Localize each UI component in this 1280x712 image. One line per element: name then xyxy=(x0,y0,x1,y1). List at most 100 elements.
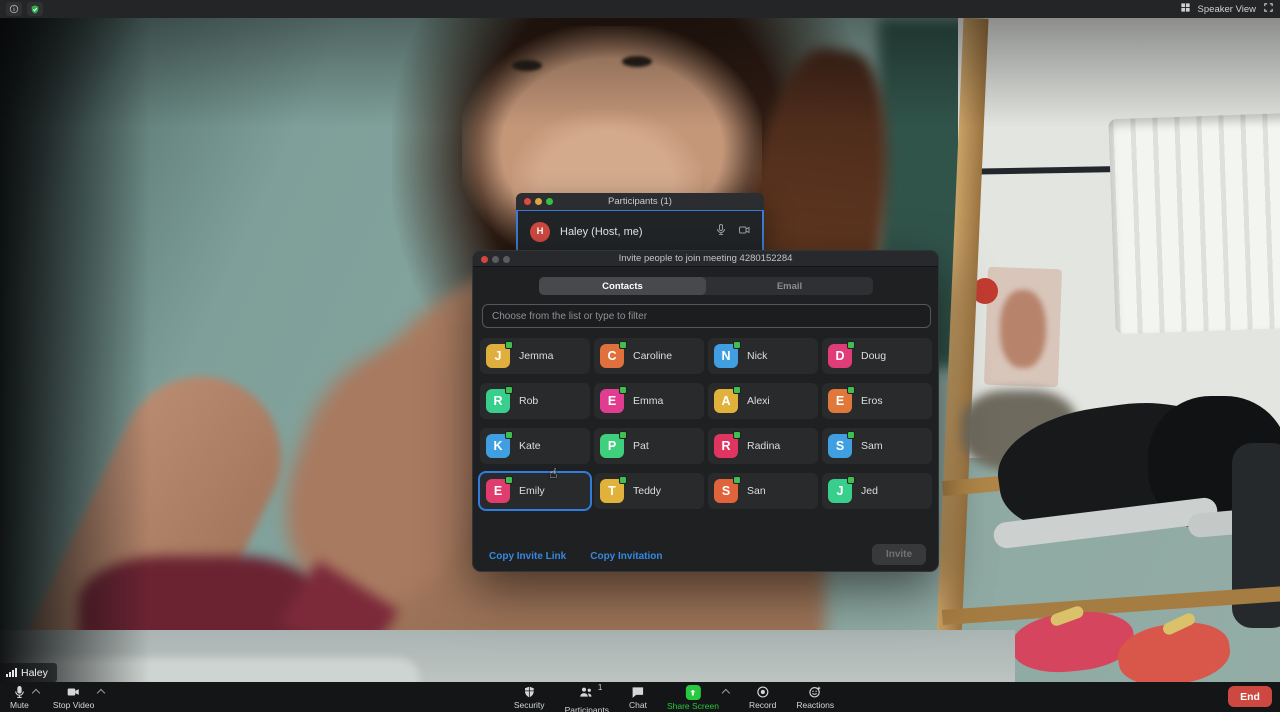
contact-avatar: E xyxy=(486,479,510,503)
contact-avatar: P xyxy=(600,434,624,458)
presence-badge-icon xyxy=(733,476,741,484)
contact-tile[interactable]: J Jed xyxy=(822,473,932,509)
presence-badge-icon xyxy=(847,341,855,349)
gallery-grid-icon xyxy=(1180,0,1191,18)
presence-badge-icon xyxy=(619,431,627,439)
stop-video-label: Stop Video xyxy=(53,700,94,710)
invite-tabs: Contacts Email xyxy=(539,277,873,295)
contact-tile[interactable]: C Caroline xyxy=(594,338,704,374)
contact-name: Radina xyxy=(747,440,780,452)
info-icon[interactable] xyxy=(6,2,22,16)
chat-button[interactable]: Chat xyxy=(629,685,647,710)
reactions-icon xyxy=(808,685,822,699)
contact-avatar: A xyxy=(714,389,738,413)
contact-avatar: R xyxy=(714,434,738,458)
mute-button[interactable]: Mute xyxy=(10,685,29,710)
contact-initial: R xyxy=(721,439,730,453)
presence-badge-icon xyxy=(505,476,513,484)
security-button[interactable]: Security xyxy=(514,685,545,710)
share-screen-button[interactable]: Share Screen xyxy=(667,685,719,711)
chat-icon xyxy=(631,685,645,699)
contact-tile[interactable]: J Jemma xyxy=(480,338,590,374)
stop-video-button[interactable]: Stop Video xyxy=(53,685,94,710)
tab-email[interactable]: Email xyxy=(706,277,873,295)
poster-art xyxy=(1000,290,1046,368)
contact-tile[interactable]: E Emma xyxy=(594,383,704,419)
copy-invitation-button[interactable]: Copy Invitation xyxy=(590,551,662,562)
presence-badge-icon xyxy=(505,431,513,439)
fullscreen-icon[interactable] xyxy=(1263,0,1274,18)
record-button[interactable]: Record xyxy=(749,685,776,710)
share-screen-icon xyxy=(685,685,700,700)
contact-avatar: E xyxy=(600,389,624,413)
contact-tile[interactable]: E Emily xyxy=(480,473,590,509)
mic-icon xyxy=(13,685,26,699)
contact-name: Emma xyxy=(633,395,663,407)
mouse-cursor: ☝ xyxy=(549,466,558,482)
window-traffic-lights[interactable] xyxy=(524,198,553,205)
contact-avatar: N xyxy=(714,344,738,368)
close-icon[interactable] xyxy=(481,256,488,263)
contact-tile[interactable]: S Sam xyxy=(822,428,932,464)
video-options-chevron-icon[interactable] xyxy=(97,689,105,697)
presence-badge-icon xyxy=(847,386,855,394)
invite-button[interactable]: Invite xyxy=(872,544,926,565)
encryption-shield-icon[interactable] xyxy=(27,2,43,16)
contact-initial: T xyxy=(608,484,616,498)
record-icon xyxy=(756,685,770,699)
close-icon[interactable] xyxy=(524,198,531,205)
contact-initial: E xyxy=(608,394,616,408)
zoom-window-icon[interactable] xyxy=(546,198,553,205)
contact-initial: J xyxy=(837,484,844,498)
window-traffic-lights[interactable] xyxy=(481,256,510,263)
contact-tile[interactable]: D Doug xyxy=(822,338,932,374)
contact-tile[interactable]: R Radina xyxy=(708,428,818,464)
contact-name: Jemma xyxy=(519,350,553,362)
invite-titlebar[interactable]: Invite people to join meeting 4280152284 xyxy=(473,251,938,267)
contact-avatar: R xyxy=(486,389,510,413)
participants-label: Participants xyxy=(565,705,609,712)
contact-avatar: T xyxy=(600,479,624,503)
presence-badge-icon xyxy=(847,476,855,484)
contact-tile[interactable]: K Kate xyxy=(480,428,590,464)
presence-badge-icon xyxy=(733,386,741,394)
invite-footer: Copy Invite Link Copy Invitation xyxy=(489,551,662,562)
contact-tile[interactable]: S San xyxy=(708,473,818,509)
contact-initial: R xyxy=(493,394,502,408)
tab-contacts[interactable]: Contacts xyxy=(539,277,706,295)
contact-tile[interactable]: P Pat xyxy=(594,428,704,464)
contact-initial: D xyxy=(835,349,844,363)
copy-invite-link-button[interactable]: Copy Invite Link xyxy=(489,551,566,562)
contacts-grid: J Jemma C Caroline N Nick D Doug R Rob E xyxy=(480,338,933,509)
mute-options-chevron-icon[interactable] xyxy=(32,689,40,697)
contact-initial: C xyxy=(607,349,616,363)
contact-tile[interactable]: T Teddy xyxy=(594,473,704,509)
security-label: Security xyxy=(514,700,545,710)
contact-initial: E xyxy=(494,484,502,498)
zoom-window-icon[interactable] xyxy=(503,256,510,263)
name-tag-label: Haley xyxy=(21,667,48,679)
share-options-chevron-icon[interactable] xyxy=(722,689,730,697)
participants-title: Participants (1) xyxy=(608,196,672,207)
participants-panel: Participants (1) H Haley (Host, me) xyxy=(516,193,764,254)
reactions-button[interactable]: Reactions xyxy=(796,685,834,710)
speaker-view-button[interactable]: Speaker View xyxy=(1198,4,1256,15)
contact-name: Teddy xyxy=(633,485,661,497)
participants-button[interactable]: 1 Participants xyxy=(565,685,609,712)
minimize-icon[interactable] xyxy=(492,256,499,263)
contact-avatar: J xyxy=(828,479,852,503)
participants-titlebar[interactable]: Participants (1) xyxy=(516,193,764,210)
video-status-icon xyxy=(737,223,752,241)
participants-count: 1 xyxy=(598,683,602,692)
end-meeting-button[interactable]: End xyxy=(1228,686,1272,707)
contact-tile[interactable]: N Nick xyxy=(708,338,818,374)
minimize-icon[interactable] xyxy=(535,198,542,205)
contact-avatar: S xyxy=(714,479,738,503)
contact-avatar: C xyxy=(600,344,624,368)
invite-dialog: Invite people to join meeting 4280152284… xyxy=(472,250,939,572)
participant-row[interactable]: H Haley (Host, me) xyxy=(516,210,764,254)
contact-tile[interactable]: E Eros xyxy=(822,383,932,419)
contact-tile[interactable]: A Alexi xyxy=(708,383,818,419)
contact-tile[interactable]: R Rob xyxy=(480,383,590,419)
contact-filter-input[interactable] xyxy=(482,304,931,328)
